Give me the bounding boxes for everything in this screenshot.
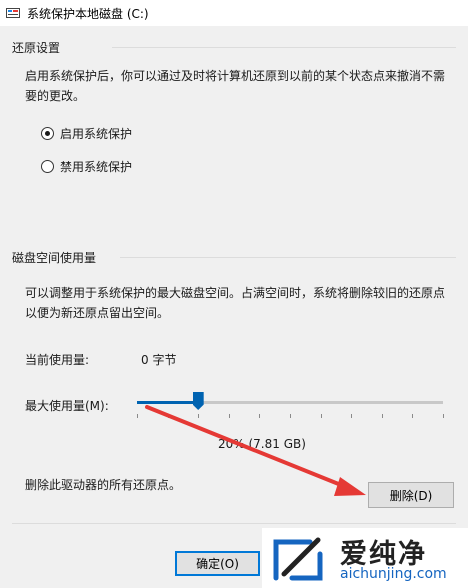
slider-tick — [443, 414, 444, 418]
ok-button[interactable]: 确定(O) — [175, 551, 260, 576]
max-usage-slider-fill — [137, 401, 199, 404]
footer-divider — [12, 523, 456, 524]
slider-tick — [137, 414, 138, 418]
watermark: 爱纯净 aichunjing.com — [262, 528, 468, 588]
enable-protection-radio[interactable] — [41, 126, 54, 140]
aichunjing-logo-icon — [273, 537, 323, 581]
slider-tick — [198, 414, 200, 418]
disable-protection-radio[interactable] — [41, 159, 54, 173]
slider-tick — [381, 414, 383, 418]
restore-description-line-1: 启用系统保护后，你可以通过及时将计算机还原到以前的某个状态点来撤消不需 — [25, 69, 446, 83]
restore-description-line-2: 要的更改。 — [25, 89, 86, 103]
slider-tick — [228, 414, 230, 418]
restore-settings-heading: 还原设置 — [12, 41, 61, 55]
disable-protection-option[interactable]: 禁用系统保护 — [41, 157, 132, 175]
slider-tick — [259, 414, 261, 418]
disk-usage-heading: 磁盘空间使用量 — [12, 251, 97, 265]
disable-protection-label: 禁用系统保护 — [60, 159, 133, 174]
current-usage-label: 当前使用量: — [25, 353, 90, 367]
annotation-arrow-head — [334, 477, 366, 496]
slider-tick — [320, 414, 322, 418]
delete-restore-points-text: 删除此驱动器的所有还原点。 — [25, 478, 182, 492]
restore-settings-divider — [112, 47, 456, 48]
restore-description: 启用系统保护后，你可以通过及时将计算机还原到以前的某个状态点来撤消不需 要的更改… — [25, 66, 445, 106]
enable-protection-label: 启用系统保护 — [60, 126, 133, 141]
disk-description-line-2: 以便为新还原点留出空间。 — [25, 306, 170, 320]
slider-tick — [167, 414, 169, 418]
title-bar: 系统保护本地磁盘 (C:) — [0, 0, 468, 26]
max-usage-label: 最大使用量(M): — [25, 399, 109, 413]
max-usage-value: 20% (7.81 GB) — [218, 437, 306, 451]
slider-tick — [290, 414, 291, 418]
window-title: 系统保护本地磁盘 (C:) — [27, 7, 149, 21]
disk-description: 可以调整用于系统保护的最大磁盘空间。占满空间时，系统将删除较旧的还原点 以便为新… — [25, 283, 445, 323]
slider-tick — [351, 414, 353, 418]
current-usage-value: 0 字节 — [141, 353, 177, 367]
disk-description-line-1: 可以调整用于系统保护的最大磁盘空间。占满空间时，系统将删除较旧的还原点 — [25, 286, 446, 300]
drive-settings-icon — [6, 8, 20, 18]
slider-tick — [412, 414, 414, 418]
enable-protection-option[interactable]: 启用系统保护 — [41, 124, 132, 142]
disk-usage-divider — [120, 257, 456, 258]
delete-button[interactable]: 删除(D) — [368, 482, 454, 508]
watermark-url: aichunjing.com — [340, 566, 447, 582]
max-usage-slider-thumb[interactable] — [192, 392, 204, 410]
